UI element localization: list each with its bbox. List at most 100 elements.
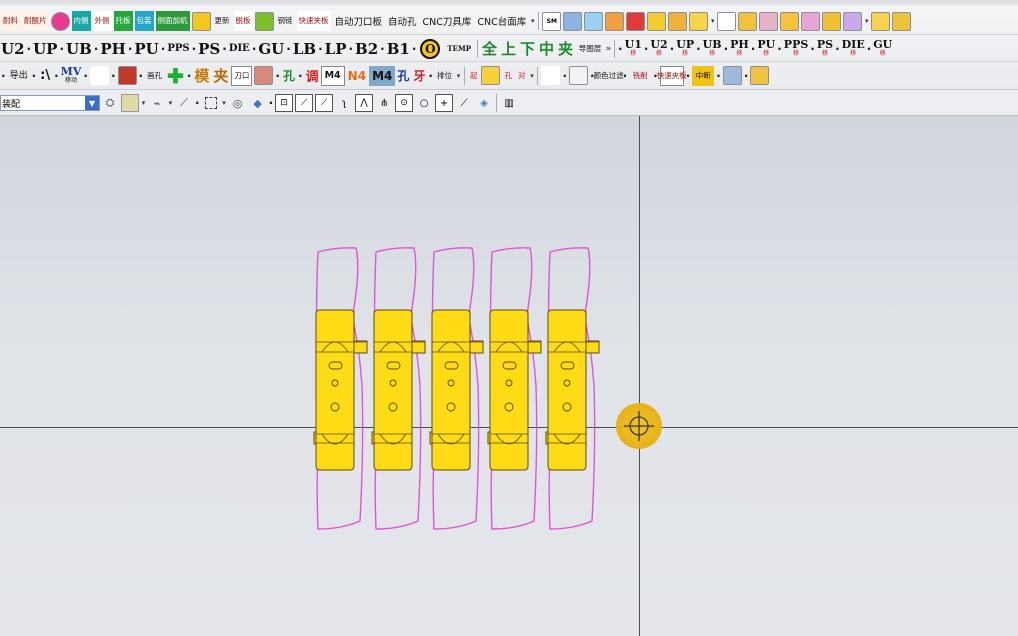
tool-icon-e[interactable] <box>647 11 667 31</box>
move-die-button[interactable]: DIE 移 <box>841 38 866 60</box>
tool-icon-c[interactable] <box>605 11 625 31</box>
snap-magnet-icon[interactable]: ◈ <box>475 94 493 112</box>
cnc-table-library-button[interactable]: CNC台面库 <box>474 11 529 31</box>
snap-circle-icon[interactable]: ○ <box>415 94 433 112</box>
view-icon[interactable]: ◎ <box>229 94 247 112</box>
cube-icon[interactable]: ◆ <box>249 94 267 112</box>
lower-button[interactable]: 下 <box>518 38 537 59</box>
snap-icon[interactable]: ⌁ <box>148 94 166 112</box>
tool-icon-b[interactable] <box>584 11 604 31</box>
block-icon[interactable] <box>750 66 770 85</box>
n4-button[interactable]: N4 <box>345 66 369 86</box>
upper-button[interactable]: 上 <box>499 38 518 59</box>
move-ub-button[interactable]: UB 移 <box>702 38 723 60</box>
assembly-icon[interactable] <box>722 66 742 85</box>
plate-u2-button[interactable]: U2 <box>0 38 26 60</box>
move-up-button[interactable]: UP 移 <box>675 38 695 60</box>
tool-icon-g[interactable] <box>689 11 709 31</box>
tool-label-0[interactable]: 耐料 <box>1 11 20 31</box>
clamp-button[interactable]: 夹 <box>556 38 575 59</box>
middle-button[interactable]: 中 <box>537 38 556 59</box>
tool-draw-hole[interactable]: 画孔 <box>145 66 164 86</box>
all-button[interactable]: 全 <box>480 38 499 59</box>
selection-box-icon[interactable] <box>204 97 217 109</box>
strip-icon[interactable] <box>254 11 274 31</box>
chevron-down-icon[interactable]: ▾ <box>221 99 228 107</box>
rotate-icon[interactable] <box>89 66 109 85</box>
snap-tangent-icon[interactable]: ⟋ <box>315 94 334 112</box>
colon-backslash-button[interactable]: :\ <box>37 66 53 86</box>
snap-cross-icon[interactable]: + <box>435 94 454 112</box>
tool-icon-i[interactable] <box>738 11 758 31</box>
move-pps-button[interactable]: PPS 移 <box>783 38 810 60</box>
pen-icon[interactable] <box>541 66 561 85</box>
heart-icon[interactable] <box>50 11 70 31</box>
tool-icon-n[interactable] <box>843 11 863 31</box>
snap-slash-icon[interactable]: ⟋ <box>455 94 473 112</box>
interrupt-button[interactable]: 中断 <box>692 65 715 86</box>
chevron-down-icon[interactable]: ▾ <box>140 99 147 107</box>
assembly-dropdown[interactable]: 装配 ▼ <box>0 95 100 111</box>
plate-gu-button[interactable]: GU <box>257 38 285 60</box>
hole-button-b[interactable]: 孔 <box>395 67 411 84</box>
move-u1-button[interactable]: U1 移 <box>624 38 643 60</box>
temp-button[interactable]: TEMP <box>443 38 475 60</box>
part-strip-drawing[interactable] <box>0 116 1018 636</box>
export-button[interactable]: 导出 <box>8 66 30 86</box>
sm-tool-icon[interactable]: SM <box>542 11 562 31</box>
adjust-button[interactable]: 调 <box>304 66 321 85</box>
tool-label-3[interactable]: 外侧 <box>92 11 112 31</box>
hole-button-a[interactable]: 孔 <box>281 67 297 84</box>
hand-icon[interactable] <box>569 66 589 85</box>
cnc-tool-library-button[interactable]: CNC刀具库 <box>420 11 475 31</box>
folder-yellow-icon[interactable] <box>481 66 501 85</box>
move-ph-button[interactable]: PH 移 <box>729 38 750 60</box>
guide-layer-button[interactable]: 导图层 <box>576 39 604 59</box>
plate-pps-button[interactable]: PPS <box>166 38 190 60</box>
m4-button-b[interactable]: M4 <box>369 65 396 86</box>
tool-icon-a[interactable] <box>563 11 583 31</box>
tool-icon-p[interactable] <box>892 11 912 31</box>
tool-icon-k[interactable] <box>780 11 800 31</box>
snap-perp-icon[interactable]: ⋔ <box>375 94 393 112</box>
tool-icon-l[interactable] <box>801 11 821 31</box>
layer-icon[interactable]: ⛭ <box>101 94 119 112</box>
tool-icon-f[interactable] <box>668 11 688 31</box>
cad-viewport[interactable] <box>0 116 1018 636</box>
plate-brown-icon[interactable] <box>254 66 274 85</box>
plate-ub-button[interactable]: UB <box>65 38 93 60</box>
snap-angle-icon[interactable]: ⋀ <box>355 94 374 112</box>
plate-die-button[interactable]: DIE <box>228 38 251 60</box>
tool-label-2[interactable]: 内侧 <box>71 11 91 31</box>
auto-knife-plate-button[interactable]: 自动刀口板 <box>332 11 386 31</box>
chevron-down-icon[interactable]: ▾ <box>709 17 716 25</box>
layout-button[interactable]: 排位 <box>435 66 454 86</box>
plate-lb-button[interactable]: LB <box>292 38 317 60</box>
tool-label-6[interactable]: 侧面加机 <box>155 11 190 31</box>
mirror-icon[interactable] <box>117 66 137 85</box>
chevron-down-icon[interactable]: ▾ <box>455 72 462 80</box>
chevron-down-icon[interactable]: ▾ <box>529 17 536 25</box>
tool-icon-j[interactable] <box>759 11 779 31</box>
start-button[interactable]: 起 <box>468 66 480 86</box>
palette-icon[interactable] <box>121 94 139 112</box>
move-pu-button[interactable]: PU 移 <box>756 38 776 60</box>
snap-center-icon[interactable]: ⊙ <box>395 94 414 112</box>
pair-button[interactable]: 对 <box>516 66 528 86</box>
hole-small-button[interactable]: 孔 <box>502 66 514 86</box>
m4-button-a[interactable]: M4 <box>320 65 345 86</box>
plate-ps-button[interactable]: PS <box>197 38 221 60</box>
snap-endpoint-icon[interactable]: ⊡ <box>275 94 294 112</box>
tool-label-4[interactable]: 托板 <box>113 11 133 31</box>
color-filter-button[interactable]: 颜色过滤 <box>594 66 624 86</box>
o-button[interactable]: O <box>420 38 441 59</box>
auto-hole-button[interactable]: 自动孔 <box>385 11 420 31</box>
tool-label-5[interactable]: 包装 <box>134 11 154 31</box>
tooth-button[interactable]: 牙 <box>411 67 427 84</box>
grid-icon[interactable]: ▥ <box>500 94 518 112</box>
tool-label-1[interactable]: 耐酸片 <box>22 11 49 31</box>
tool-label-10[interactable]: 快速夹板 <box>296 11 331 31</box>
plate-b2-button[interactable]: B2 <box>354 38 379 60</box>
quick-clamp-button[interactable]: 快速夹板 <box>657 65 687 86</box>
move-u2-button[interactable]: U2 移 <box>649 38 668 60</box>
